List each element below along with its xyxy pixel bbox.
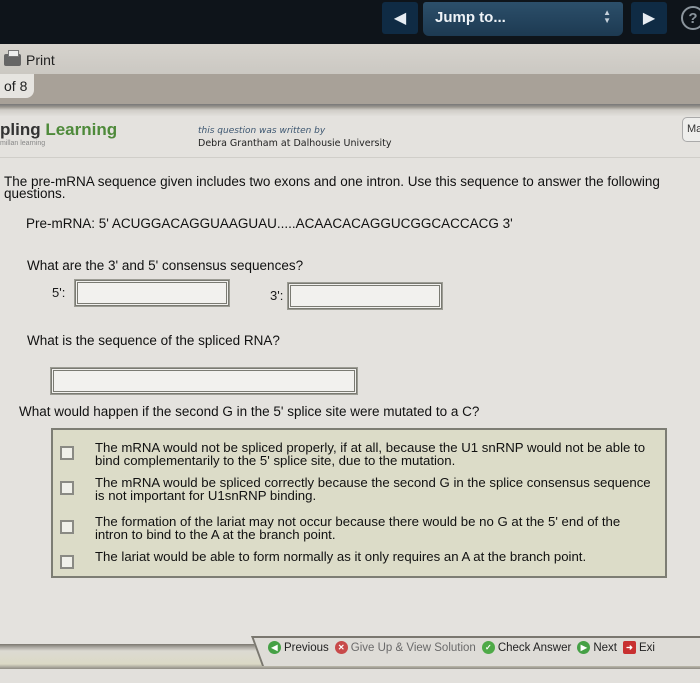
option-text: The formation of the lariat may not occu… [95, 514, 621, 542]
answer-option[interactable]: The mRNA would be spliced correctly beca… [53, 473, 665, 502]
exit-door-icon: ➜ [623, 641, 636, 654]
question-spliced-rna: What is the sequence of the spliced RNA? [27, 333, 280, 348]
author-name: Debra Grantham at Dalhousie University [198, 138, 392, 149]
next-button[interactable]: ▶ Next [577, 641, 617, 654]
previous-arrow-icon: ◀ [268, 641, 281, 654]
answer-option[interactable]: The formation of the lariat may not occu… [53, 512, 665, 541]
consensus-3-prime-input[interactable] [287, 282, 443, 310]
previous-button[interactable]: ◀ Previous [268, 641, 329, 654]
answer-option[interactable]: The lariat would be able to form normall… [53, 547, 665, 569]
page-counter-tab[interactable]: of 8 [0, 74, 34, 98]
consensus-5-prime-input[interactable] [74, 279, 230, 307]
lifebuoy-icon: ✕ [334, 641, 348, 654]
give-up-button[interactable]: ✕ Give Up & View Solution [334, 641, 476, 654]
label-3-prime: 3': [270, 288, 284, 303]
option-text: The lariat would be able to form normall… [95, 549, 587, 564]
exit-button[interactable]: ➜ Exi [623, 641, 655, 654]
right-arrow-icon: ▶ [642, 10, 656, 27]
checkbox[interactable] [60, 555, 74, 569]
check-icon: ✓ [481, 641, 495, 654]
answer-option[interactable]: The mRNA would not be spliced properly, … [53, 438, 665, 467]
check-answer-button[interactable]: ✓ Check Answer [481, 641, 571, 654]
print-button[interactable]: Print [4, 50, 55, 68]
next-arrow-icon: ▶ [577, 641, 591, 654]
printer-icon [4, 50, 21, 66]
action-bar: ◀ Previous ✕ Give Up & View Solution ✓ C… [268, 641, 655, 654]
spliced-rna-input[interactable] [50, 367, 358, 395]
brand-subtitle: millan learning [0, 140, 46, 147]
checkbox[interactable] [60, 520, 74, 534]
pre-mrna-sequence: Pre-mRNA: 5' ACUGGACAGGUAAGUAU.....ACAAC… [26, 216, 513, 231]
top-nav-bar: ◀ Jump to... ▲ ▼ ▶ ? [0, 0, 700, 44]
brand-logo: pling Learning [0, 120, 118, 139]
select-arrows-icon: ▲ ▼ [603, 8, 611, 25]
question-consensus: What are the 3' and 5' consensus sequenc… [27, 258, 304, 273]
previous-question-button[interactable]: ◀ [382, 2, 418, 34]
label-5-prime: 5': [52, 285, 66, 300]
mode-tab[interactable]: Ma [682, 117, 700, 142]
next-question-button[interactable]: ▶ [631, 2, 667, 34]
question-intro: The pre-mRNA sequence given includes two… [4, 174, 660, 201]
print-label: Print [26, 52, 55, 68]
left-arrow-icon: ◀ [393, 10, 407, 27]
page-footer [0, 669, 700, 683]
jump-to-select[interactable]: Jump to... ▲ ▼ [423, 2, 623, 36]
answer-options-panel: The mRNA would not be spliced properly, … [51, 428, 667, 578]
page-counter: of 8 [4, 78, 28, 94]
jump-to-label: Jump to... [435, 9, 506, 26]
help-icon[interactable]: ? [681, 6, 700, 30]
author-label: this question was written by [198, 126, 326, 136]
header-divider [0, 157, 700, 158]
option-text: The mRNA would not be spliced properly, … [95, 440, 646, 468]
print-toolbar: Print [0, 44, 700, 74]
question-mutation: What would happen if the second G in the… [19, 404, 480, 419]
checkbox[interactable] [60, 481, 74, 495]
divider-band [0, 104, 700, 116]
checkbox[interactable] [60, 446, 74, 460]
option-text: The mRNA would be spliced correctly beca… [95, 475, 651, 503]
page-tab-strip: of 8 [0, 74, 700, 104]
